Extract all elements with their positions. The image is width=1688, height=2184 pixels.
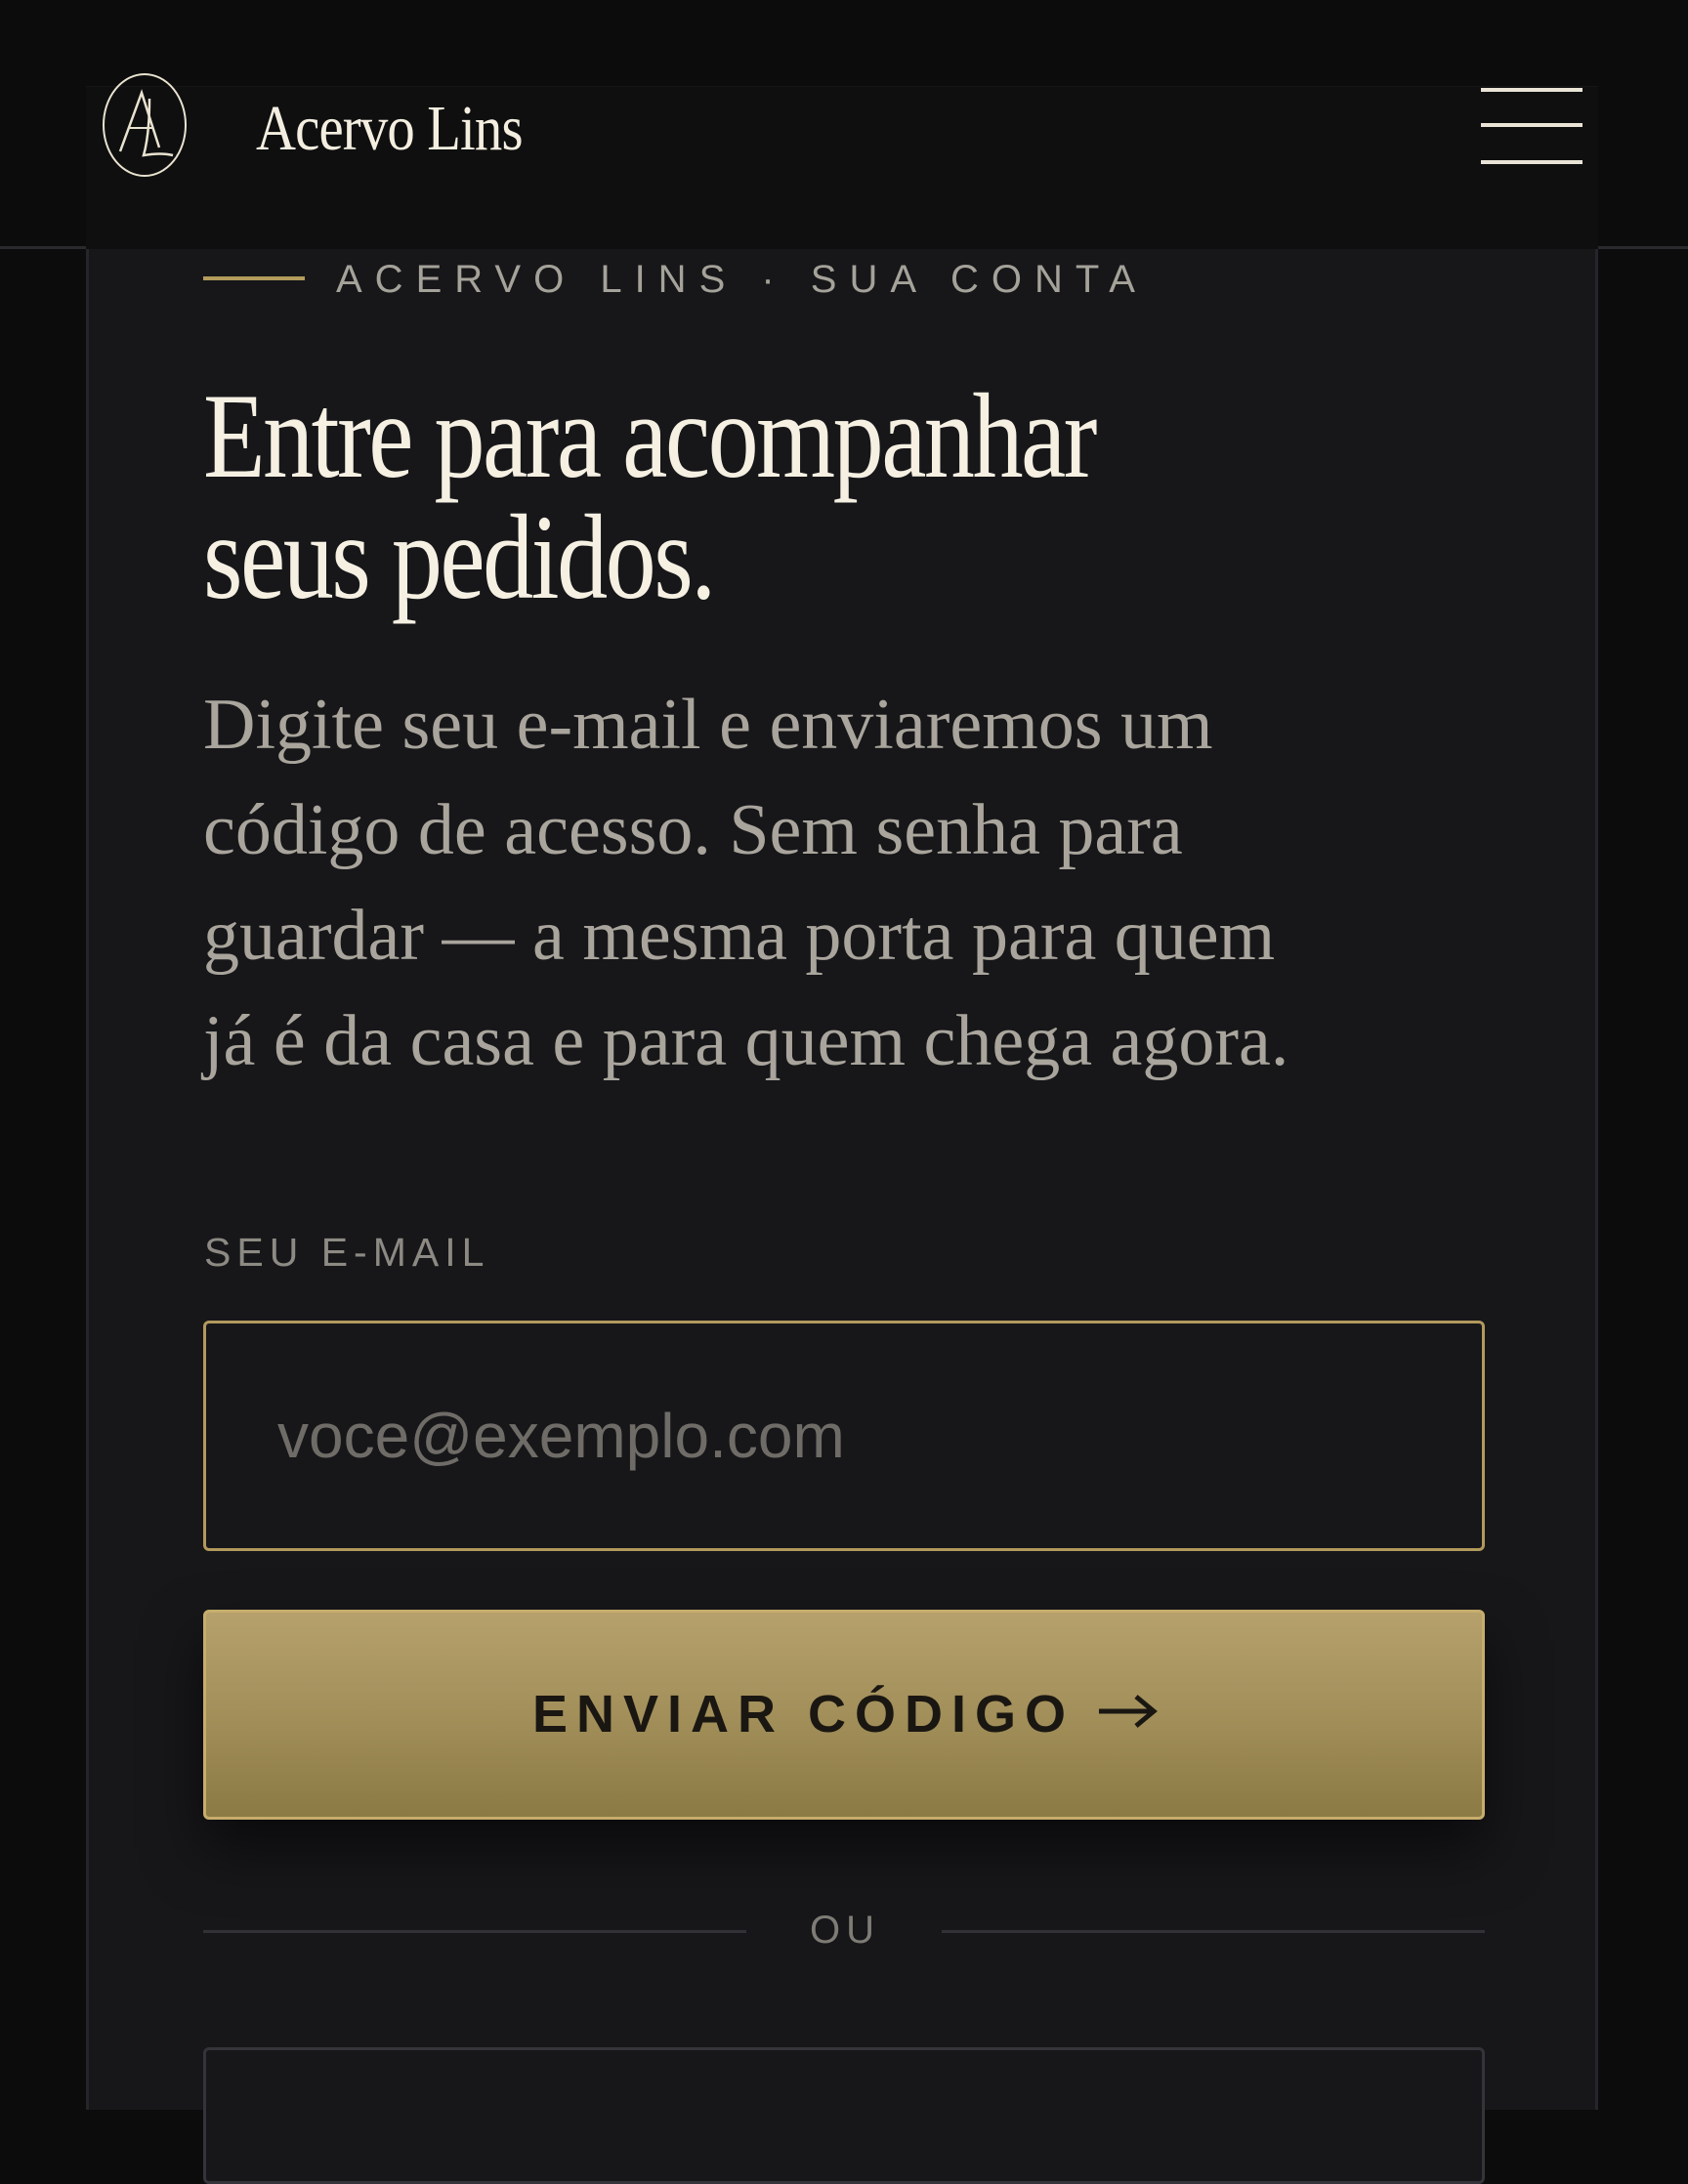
- divider-line-right: [942, 1930, 1485, 1933]
- menu-bar-top: [1481, 88, 1582, 92]
- intro-line: já é da casa e para quem chega agora.: [203, 1001, 1289, 1081]
- intro-line: guardar — a mesma porta para quem: [203, 896, 1276, 976]
- email-field[interactable]: [203, 1321, 1485, 1551]
- menu-bar-middle: [1481, 123, 1582, 127]
- page-title-line: seus pedidos.: [203, 490, 716, 624]
- arrow-right-icon: [1099, 1695, 1158, 1728]
- al-monogram-icon[interactable]: [101, 71, 189, 179]
- divider-line-left: [203, 1930, 746, 1933]
- page-title-line: Entre para acompanhar: [203, 369, 1097, 503]
- intro-line: Digite seu e-mail e enviaremos um: [203, 685, 1213, 765]
- eyebrow-text: ACERVO LINS · SUA CONTA: [336, 258, 1148, 301]
- page-title: Entre para acompanhar seus pedidos.: [203, 376, 1270, 618]
- menu-bar-bottom: [1481, 160, 1582, 164]
- divider-or: OU: [810, 1909, 880, 1952]
- alternative-login-button[interactable]: [203, 2047, 1485, 2184]
- intro-line: código de acesso. Sem senha para: [203, 790, 1183, 870]
- intro-text: Digite seu e-mail e enviaremos um código…: [203, 672, 1512, 1094]
- email-label: SEU E-MAIL: [204, 1230, 490, 1275]
- hamburger-menu-icon[interactable]: [1473, 86, 1582, 168]
- brand-name[interactable]: Acervo Lins: [256, 90, 524, 168]
- send-code-label: ENVIAR CÓDIGO: [532, 1685, 1076, 1743]
- site-header: Acervo Lins: [0, 0, 1688, 249]
- send-code-button[interactable]: ENVIAR CÓDIGO: [203, 1610, 1485, 1820]
- eyebrow-rule: [203, 276, 305, 280]
